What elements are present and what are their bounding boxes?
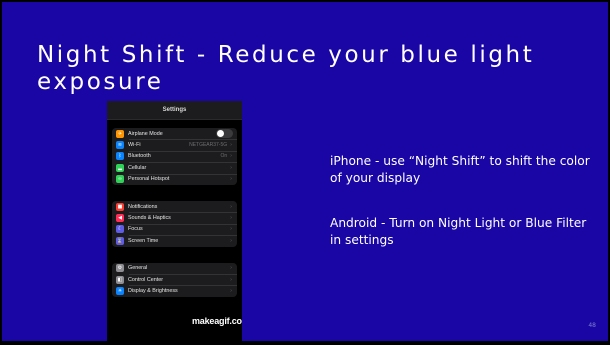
settings-row-label: Cellular [128,164,147,171]
settings-row[interactable]: ⚙ General › [112,263,237,274]
watermark: makeagif.com [192,316,242,326]
chevron-right-icon: › [230,142,232,149]
settings-row-label: Display & Brightness [128,287,178,294]
hotspot-icon: ∞ [116,175,124,184]
chevron-right-icon: › [230,176,232,183]
settings-row[interactable]: ✈ Airplane Mode [112,128,237,139]
settings-row-label: Personal Hotspot [128,176,170,183]
chevron-right-icon: › [230,226,232,233]
wifi-icon: ≋ [116,141,124,150]
settings-row[interactable]: ☀ Display & Brightness › [112,285,237,296]
settings-row-label: Airplane Mode [128,130,163,137]
chevron-right-icon: › [230,276,232,283]
settings-row[interactable]: ∞ Personal Hotspot › [112,173,237,185]
settings-row-label: Sounds & Haptics [128,215,171,222]
slide: Night Shift - Reduce your blue light exp… [2,2,608,341]
sounds-icon: ◀ [116,214,124,223]
gear-icon: ⚙ [116,264,124,273]
settings-row-label: Screen Time [128,237,159,244]
bluetooth-icon: ᛒ [116,152,124,161]
display-icon: ☀ [116,286,124,295]
android-instruction: Android - Turn on Night Light or Blue Fi… [330,216,587,247]
settings-row[interactable]: ▂ Cellular › [112,162,237,173]
chevron-right-icon: › [230,287,232,294]
settings-row[interactable]: ⌛ Screen Time › [112,235,237,246]
chevron-right-icon: › [230,164,232,171]
settings-row-label: Wi-Fi [128,142,141,149]
slide-title-line-2: exposure [37,69,164,95]
hourglass-icon: ⌛ [116,236,124,245]
settings-group: ⚙ General › ◧ Control Center › ☀ Display & Brig… [112,262,237,297]
toggle-knob [217,130,224,138]
airplane-icon: ✈ [116,129,124,138]
settings-list: ✈ Airplane Mode ≋ Wi-Fi NETGEAR37-5G › ᛒ Blueto… [107,128,242,297]
settings-group: ■ Notifications › ◀ Sounds & Haptics › ☾ Focus ›… [112,200,237,247]
settings-row[interactable]: ◀ Sounds & Haptics › [112,212,237,223]
chevron-right-icon: › [230,203,232,210]
focus-moon-icon: ☾ [116,225,124,234]
settings-header: Settings [107,101,242,120]
iphone-settings-screenshot: Settings ✈ Airplane Mode ≋ Wi-Fi NETGEAR37-5… [107,101,242,341]
settings-row-label: Notifications [128,203,158,210]
chevron-right-icon: › [230,265,232,272]
iphone-instruction: iPhone - use “Night Shift” to shift the … [330,154,590,185]
settings-row-label: Focus [128,226,143,233]
settings-row-label: Control Center [128,276,164,283]
settings-row-label: General [128,265,148,272]
slide-title-line-1: Night Shift - Reduce your blue light [37,42,535,68]
settings-row[interactable]: ≋ Wi-Fi NETGEAR37-5G › [112,139,237,150]
notifications-icon: ■ [116,202,124,211]
chevron-right-icon: › [230,215,232,222]
cellular-icon: ▂ [116,163,124,172]
settings-row[interactable]: ᛒ Bluetooth On › [112,150,237,162]
settings-row-label: Bluetooth [128,153,151,160]
settings-row[interactable]: ■ Notifications › [112,201,237,212]
settings-row-value: On [220,153,228,160]
chevron-right-icon: › [230,153,232,160]
airplane-mode-toggle[interactable] [216,129,233,139]
chevron-right-icon: › [230,237,232,244]
page-number: 48 [588,322,596,329]
settings-row-value: NETGEAR37-5G [189,142,228,149]
settings-row[interactable]: ◧ Control Center › [112,273,237,285]
settings-group: ✈ Airplane Mode ≋ Wi-Fi NETGEAR37-5G › ᛒ Blueto… [112,128,237,185]
control-center-icon: ◧ [116,275,124,284]
slide-title: Night Shift - Reduce your blue light exp… [37,42,597,96]
settings-row[interactable]: ☾ Focus › [112,223,237,235]
